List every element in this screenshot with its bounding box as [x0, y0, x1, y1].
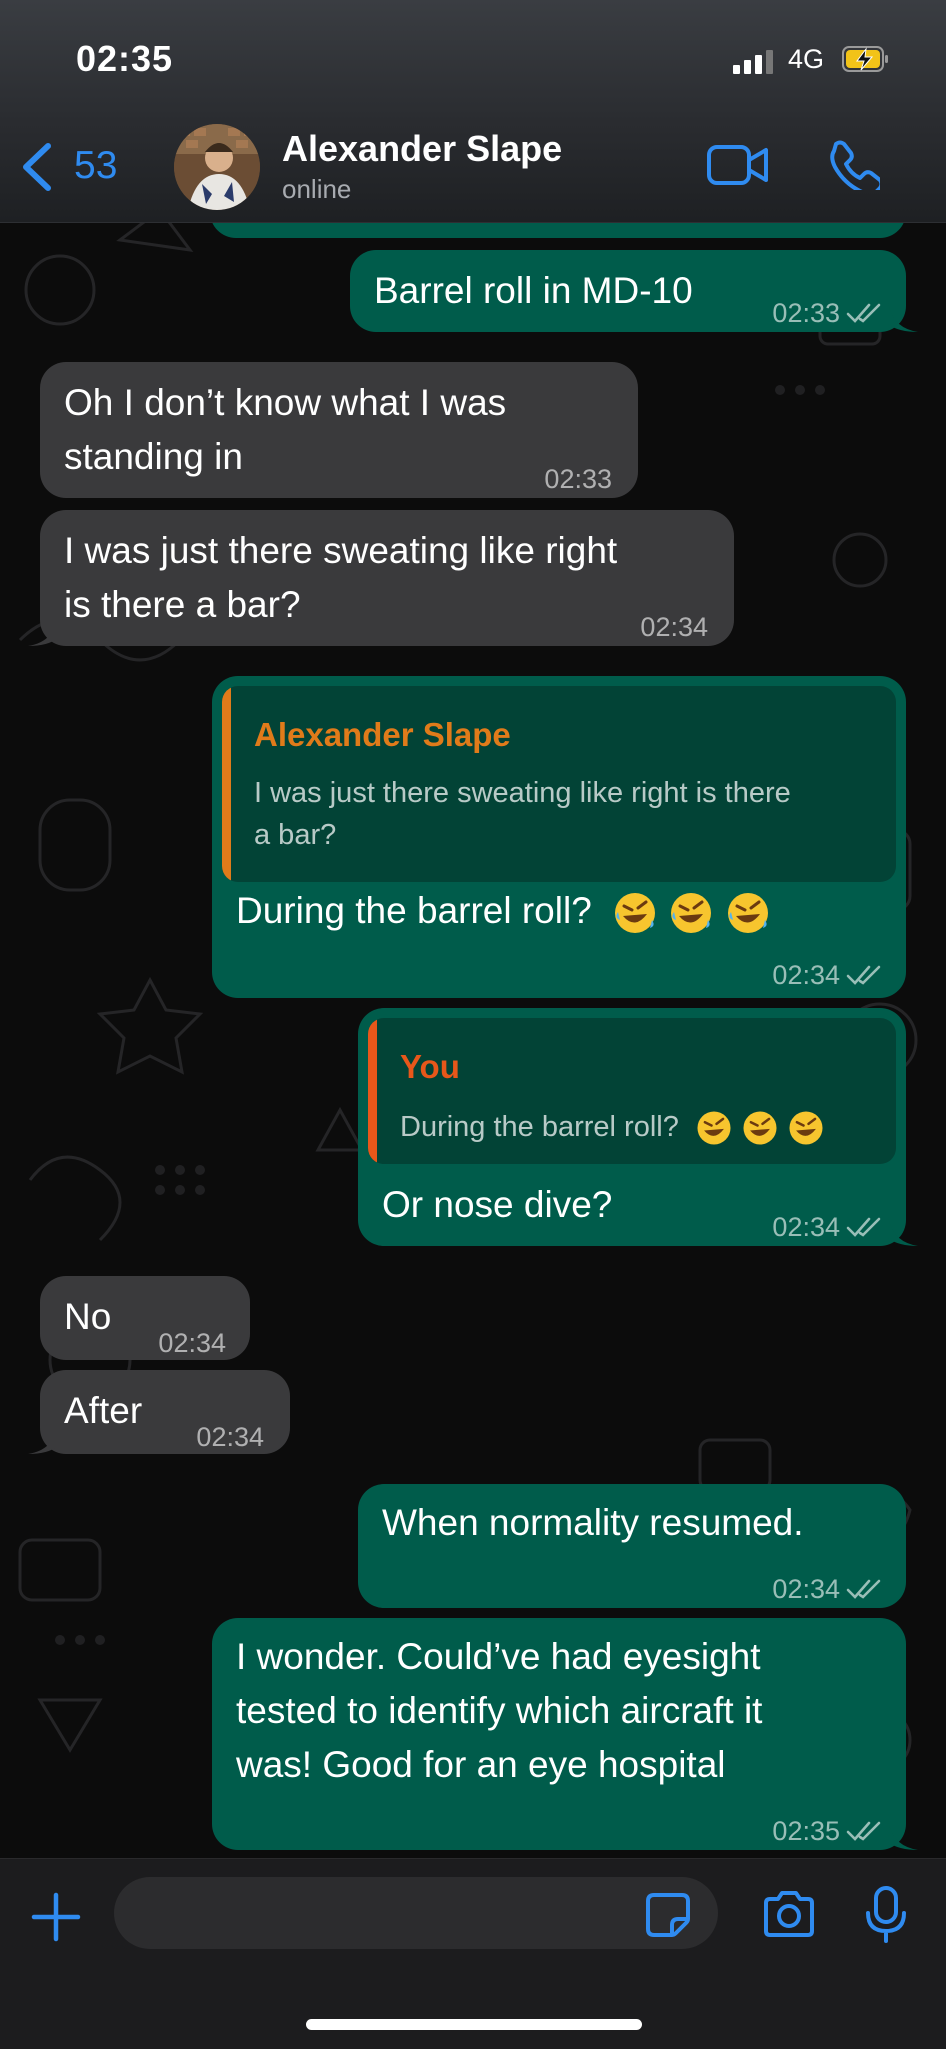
video-call-icon[interactable] [706, 142, 770, 188]
contact-avatar[interactable] [174, 124, 260, 210]
message-time: 02:33 [544, 464, 612, 494]
message-meta: 02:34 [772, 948, 882, 1002]
message-time: 02:34 [640, 612, 708, 642]
message-bubble[interactable]: I was just there sweating like right is … [28, 510, 734, 646]
bubble-tail [888, 302, 918, 332]
message-bubble[interactable]: When normality resumed. 02:34 [358, 1484, 906, 1608]
camera-icon[interactable] [760, 1889, 818, 1939]
back-unread-count[interactable]: 53 [74, 144, 117, 188]
message-bubble[interactable]: Barrel roll in MD-10 02:33 [350, 250, 918, 332]
read-ticks-icon [846, 303, 881, 323]
read-ticks-icon [846, 1579, 881, 1599]
read-ticks-icon [846, 965, 881, 985]
message-text-line: standing in [64, 436, 243, 477]
microphone-icon[interactable] [864, 1885, 908, 1945]
message-text-line: I was just there sweating like right [64, 530, 618, 571]
message-text-line: Oh I don’t know what I was [64, 382, 507, 423]
quote-accent-bar [368, 1018, 377, 1164]
message-bubble[interactable]: Oh I don’t know what I was standing in 0… [40, 362, 638, 498]
status-time: 02:35 [76, 38, 174, 79]
message-time: 02:34 [772, 1574, 840, 1604]
quote-accent-bar [222, 686, 231, 882]
plus-icon[interactable] [30, 1891, 82, 1943]
bubble-tail [888, 1216, 918, 1246]
message-composer [0, 1858, 946, 2049]
home-indicator[interactable] [306, 2019, 642, 2030]
message-bubble-reply[interactable]: Alexander Slape I was just there sweatin… [212, 676, 906, 998]
rolling-laughing-emoji-icon [743, 1111, 777, 1145]
chevron-left-icon[interactable] [18, 142, 58, 192]
message-text-line: was! Good for an eye hospital [236, 1744, 726, 1785]
rolling-laughing-emoji-icon [671, 893, 712, 934]
message-time: 02:34 [158, 1328, 226, 1358]
message-bubble[interactable]: I wonder. Could’ve had eyesight tested t… [212, 1618, 918, 1850]
chat-header: 02:35 4G 53 Alexander Slape online [0, 0, 946, 223]
message-bubble[interactable]: After 02:34 [28, 1370, 290, 1454]
sticker-icon[interactable] [644, 1891, 692, 1939]
quoted-message[interactable]: Alexander Slape I was just there sweatin… [222, 686, 896, 882]
message-time: 02:35 [772, 1816, 840, 1846]
message-bubble[interactable]: No 02:34 [40, 1276, 250, 1360]
battery-charging-icon [842, 46, 888, 72]
quote-text-line: I was just there sweating like right is … [254, 777, 791, 809]
message-text-line: tested to identify which aircraft it [236, 1690, 763, 1731]
message-time: 02:34 [772, 960, 840, 990]
message-text: When normality resumed. [382, 1502, 804, 1543]
message-text-plain: During the barrel roll? [236, 890, 592, 931]
message-time: 02:34 [772, 1212, 840, 1242]
quote-text: During the barrel roll? [400, 1106, 825, 1148]
network-type: 4G [788, 44, 825, 74]
message-meta: 02:34 [772, 1562, 882, 1616]
quote-text-line: a bar? [254, 819, 337, 851]
contact-name[interactable]: Alexander Slape [282, 128, 562, 170]
message-time: 02:33 [772, 298, 840, 328]
quote-text-plain: During the barrel roll? [400, 1111, 679, 1143]
quote-author: Alexander Slape [254, 716, 511, 753]
message-bubble-reply[interactable]: You During the barrel roll? Or nose dive… [358, 1008, 918, 1246]
read-ticks-icon [846, 1821, 881, 1841]
read-ticks-icon [846, 1217, 881, 1237]
message-text: After [64, 1390, 143, 1431]
quote-author: You [400, 1048, 460, 1085]
message-time: 02:34 [196, 1422, 264, 1452]
bubble-tail [888, 1820, 918, 1850]
message-meta: 02:33 [772, 286, 882, 340]
rolling-laughing-emoji-icon [615, 893, 656, 934]
message-meta: 02:35 [772, 1804, 882, 1858]
message-meta: 02:34 [772, 1200, 882, 1254]
phone-icon[interactable] [828, 138, 880, 190]
message-input[interactable] [114, 1877, 718, 1949]
rolling-laughing-emoji-icon [697, 1111, 731, 1145]
message-text-line: is there a bar? [64, 584, 301, 625]
message-text: No [64, 1296, 112, 1337]
contact-status: online [282, 174, 352, 204]
message-text: Barrel roll in MD-10 [374, 270, 693, 311]
bubble-tail [28, 616, 58, 646]
bubble-tail [28, 1424, 58, 1454]
signal-strength-icon [733, 50, 773, 74]
rolling-laughing-emoji-icon [789, 1111, 823, 1145]
message-text: Or nose dive? [382, 1184, 613, 1225]
message-text: During the barrel roll? [236, 884, 771, 938]
message-text-line: I wonder. Could’ve had eyesight [236, 1636, 761, 1677]
rolling-laughing-emoji-icon [727, 893, 768, 934]
quoted-message[interactable]: You During the barrel roll? [368, 1018, 896, 1164]
